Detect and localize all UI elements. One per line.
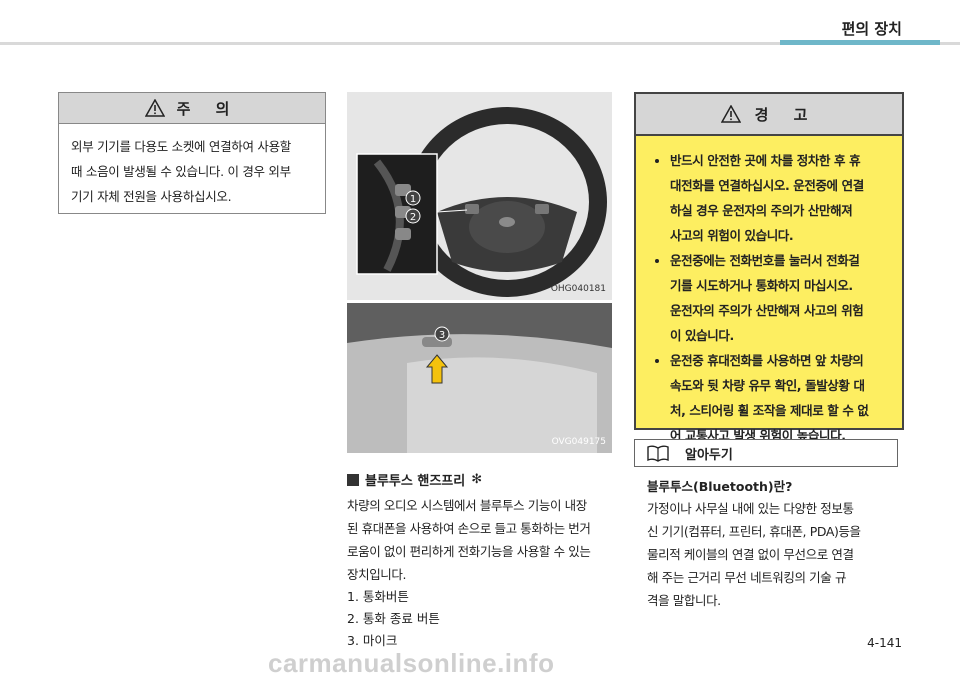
warning-title: 경 고 bbox=[754, 105, 818, 124]
steering-wheel-illustration: 1 2 bbox=[347, 92, 612, 300]
warning-line: 대전화를 연결하십시오. 운전중에 연결 bbox=[670, 178, 864, 193]
warning-item: 운전중 휴대전화를 사용하면 앞 차량의 속도와 뒷 차량 유무 확인, 돌발상… bbox=[670, 348, 890, 448]
svg-text:1: 1 bbox=[410, 194, 416, 205]
warning-item: 반드시 안전한 곳에 차를 정차한 후 휴 대전화를 연결하십시오. 운전중에 … bbox=[670, 148, 890, 248]
section-heading: 블루투스 핸즈프리 ✻ bbox=[347, 470, 482, 489]
body-line: 차량의 오디오 시스템에서 블루투스 기능이 내장 bbox=[347, 498, 587, 513]
badge-2: 2 bbox=[405, 208, 421, 224]
caution-line: 때 소음이 발생될 수 있습니다. 이 경우 외부 bbox=[71, 164, 291, 179]
info-line: 물리적 케이블의 연결 없이 무선으로 연결 bbox=[647, 547, 854, 562]
list-item: 1. 통화버튼 bbox=[347, 589, 409, 604]
warning-header: 경 고 bbox=[636, 94, 902, 136]
warning-triangle-icon bbox=[720, 105, 741, 123]
section-title: 편의 장치 bbox=[841, 20, 902, 38]
button-list: 1. 통화버튼 2. 통화 종료 버튼 3. 마이크 bbox=[347, 586, 440, 652]
steering-wheel-image: 1 2 OHG040181 bbox=[347, 92, 612, 300]
book-icon bbox=[647, 445, 669, 462]
info-title: 알아두기 bbox=[685, 447, 733, 463]
warning-line: 반드시 안전한 곳에 차를 정차한 후 휴 bbox=[670, 153, 861, 168]
body-line: 로움이 없이 편리하게 전화기능을 사용할 수 있는 bbox=[347, 544, 591, 559]
caution-line: 외부 기기를 다용도 소켓에 연결하여 사용할 bbox=[71, 139, 291, 154]
warning-line: 운전중 휴대전화를 사용하면 앞 차량의 bbox=[670, 353, 864, 368]
svg-text:2: 2 bbox=[410, 212, 416, 223]
warning-line: 속도와 뒷 차량 유무 확인, 돌발상황 대 bbox=[670, 378, 865, 393]
caution-title: 주 의 bbox=[176, 99, 240, 118]
badge-3: 3 bbox=[434, 326, 450, 342]
asterisk-mark: ✻ bbox=[471, 472, 483, 487]
image-code: OHG040181 bbox=[550, 284, 606, 294]
caution-box: 주 의 외부 기기를 다용도 소켓에 연결하여 사용할 때 소음이 발생될 수 … bbox=[58, 92, 326, 214]
section-body: 차량의 오디오 시스템에서 블루투스 기능이 내장 된 휴대폰을 사용하여 손으… bbox=[347, 494, 613, 586]
body-line: 장치입니다. bbox=[347, 567, 407, 582]
svg-text:3: 3 bbox=[439, 330, 445, 341]
section-heading-text: 블루투스 핸즈프리 bbox=[365, 474, 466, 489]
body-line: 된 휴대폰을 사용하여 손으로 들고 통화하는 번거 bbox=[347, 521, 591, 536]
square-bullet-icon bbox=[347, 473, 359, 486]
info-line: 가정이나 사무실 내에 있는 다양한 정보통 bbox=[647, 501, 854, 516]
info-line: 해 주는 근거리 무선 네트워킹의 기술 규 bbox=[647, 570, 847, 585]
caution-text: 외부 기기를 다용도 소켓에 연결하여 사용할 때 소음이 발생될 수 있습니다… bbox=[71, 134, 315, 209]
info-line: 격을 말합니다. bbox=[647, 593, 721, 608]
warning-line: 처, 스티어링 휠 조작을 제대로 할 수 없 bbox=[670, 403, 869, 418]
caution-line: 기기 자체 전원을 사용하십시오. bbox=[71, 189, 232, 204]
info-header: 알아두기 bbox=[634, 439, 898, 467]
info-body: 가정이나 사무실 내에 있는 다양한 정보통 신 기기(컴퓨터, 프린터, 휴대… bbox=[647, 497, 899, 612]
microphone-illustration: 3 bbox=[347, 303, 612, 453]
warning-line: 하실 경우 운전자의 주의가 산만해져 bbox=[670, 203, 853, 218]
warning-item: 운전중에는 전화번호를 눌러서 전화걸 기를 시도하거나 통화하지 마십시오. … bbox=[670, 248, 890, 348]
list-item: 2. 통화 종료 버튼 bbox=[347, 611, 440, 626]
warning-line: 이 있습니다. bbox=[670, 328, 734, 343]
warning-line: 운전자의 주의가 산만해져 사고의 위험 bbox=[670, 303, 864, 318]
warning-line: 사고의 위험이 있습니다. bbox=[670, 228, 794, 243]
badge-1: 1 bbox=[405, 190, 421, 206]
page-number: 4-141 bbox=[867, 636, 902, 650]
watermark: carmanualsonline.info bbox=[268, 648, 555, 678]
warning-triangle-icon bbox=[144, 99, 165, 117]
warning-list: 반드시 안전한 곳에 차를 정차한 후 휴 대전화를 연결하십시오. 운전중에 … bbox=[636, 148, 902, 448]
warning-line: 운전중에는 전화번호를 눌러서 전화걸 bbox=[670, 253, 860, 268]
warning-box: 경 고 반드시 안전한 곳에 차를 정차한 후 휴 대전화를 연결하십시오. 운… bbox=[634, 92, 904, 443]
info-line: 신 기기(컴퓨터, 프린터, 휴대폰, PDA)등을 bbox=[647, 524, 861, 539]
image-code: OVG049175 bbox=[551, 437, 606, 447]
caution-header: 주 의 bbox=[59, 93, 325, 124]
warning-line: 기를 시도하거나 통화하지 마십시오. bbox=[670, 278, 853, 293]
info-subtitle: 블루투스(Bluetooth)란? bbox=[647, 479, 793, 494]
header-rule bbox=[0, 40, 960, 45]
microphone-image: 3 OVG049175 bbox=[347, 303, 612, 453]
